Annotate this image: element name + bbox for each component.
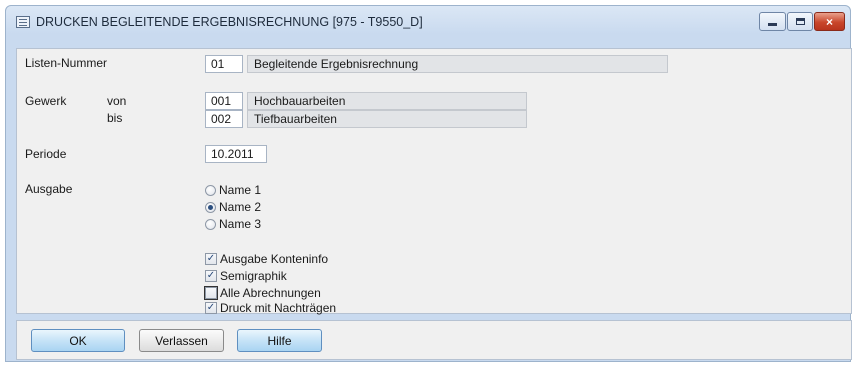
checkbox-checked[interactable]: ✓ (205, 270, 217, 282)
checkbox-checked[interactable]: ✓ (205, 302, 217, 314)
radio-label: Name 3 (219, 217, 262, 231)
periode-label: Periode (25, 147, 67, 161)
title-bar[interactable]: DRUCKEN BEGLEITENDE ERGEBNISRECHNUNG [97… (6, 6, 850, 38)
window-title: DRUCKEN BEGLEITENDE ERGEBNISRECHNUNG [97… (36, 15, 423, 29)
listen-nummer-input[interactable]: 01 (205, 55, 243, 73)
checkbox-ausgabe-konteninfo[interactable]: ✓ Ausgabe Konteninfo (205, 252, 328, 266)
listen-nummer-description: Begleitende Ergebnisrechnung (247, 55, 668, 73)
close-icon: × (825, 14, 833, 29)
checkbox-label: Semigraphik (220, 269, 287, 283)
checkbox-checked[interactable]: ✓ (205, 253, 217, 265)
radio-label: Name 2 (219, 200, 262, 214)
radio-button[interactable] (205, 184, 216, 196)
gewerk-bis-description: Tiefbauarbeiten (247, 110, 527, 128)
gewerk-bis-label: bis (107, 111, 123, 125)
minimize-icon (768, 22, 777, 26)
checkbox-semigraphik[interactable]: ✓ Semigraphik (205, 269, 287, 283)
close-button[interactable]: × (814, 12, 845, 31)
ok-button[interactable]: OK (31, 329, 125, 352)
checkbox-alle-abrechnungen[interactable]: Alle Abrechnungen (204, 286, 321, 300)
listen-nummer-label: Listen-Nummer (25, 56, 108, 70)
radio-button[interactable] (205, 218, 216, 230)
radio-button-selected[interactable] (205, 201, 216, 213)
table-icon (16, 16, 30, 28)
gewerk-bis-input[interactable]: 002 (205, 110, 243, 128)
checkbox-label: Druck mit Nachträgen (220, 301, 337, 315)
ausgabe-option-name-2[interactable]: Name 2 (205, 200, 261, 214)
maximize-icon (795, 18, 805, 25)
minimize-button[interactable] (759, 12, 786, 31)
hilfe-button[interactable]: Hilfe (237, 329, 322, 352)
periode-input[interactable]: 10.2011 (205, 145, 267, 163)
checkbox-label: Ausgabe Konteninfo (220, 252, 329, 266)
checkbox-label: Alle Abrechnungen (220, 286, 321, 300)
checkbox-unchecked[interactable] (204, 286, 218, 300)
gewerk-von-description: Hochbauarbeiten (247, 92, 527, 110)
gewerk-label: Gewerk (25, 94, 67, 108)
ausgabe-option-name-3[interactable]: Name 3 (205, 217, 261, 231)
dialog-window: DRUCKEN BEGLEITENDE ERGEBNISRECHNUNG [97… (5, 5, 852, 362)
ausgabe-label: Ausgabe (25, 182, 73, 196)
maximize-button[interactable] (787, 12, 813, 31)
form-panel: Listen-Nummer 01 Begleitende Ergebnisrec… (16, 48, 852, 315)
verlassen-button[interactable]: Verlassen (139, 329, 224, 352)
checkbox-druck-mit-nachtraegen[interactable]: ✓ Druck mit Nachträgen (205, 301, 336, 315)
gewerk-von-input[interactable]: 001 (205, 92, 243, 110)
gewerk-von-label: von (107, 94, 127, 108)
ausgabe-option-name-1[interactable]: Name 1 (205, 183, 261, 197)
radio-label: Name 1 (219, 183, 262, 197)
button-bar: OK Verlassen Hilfe (16, 320, 852, 360)
